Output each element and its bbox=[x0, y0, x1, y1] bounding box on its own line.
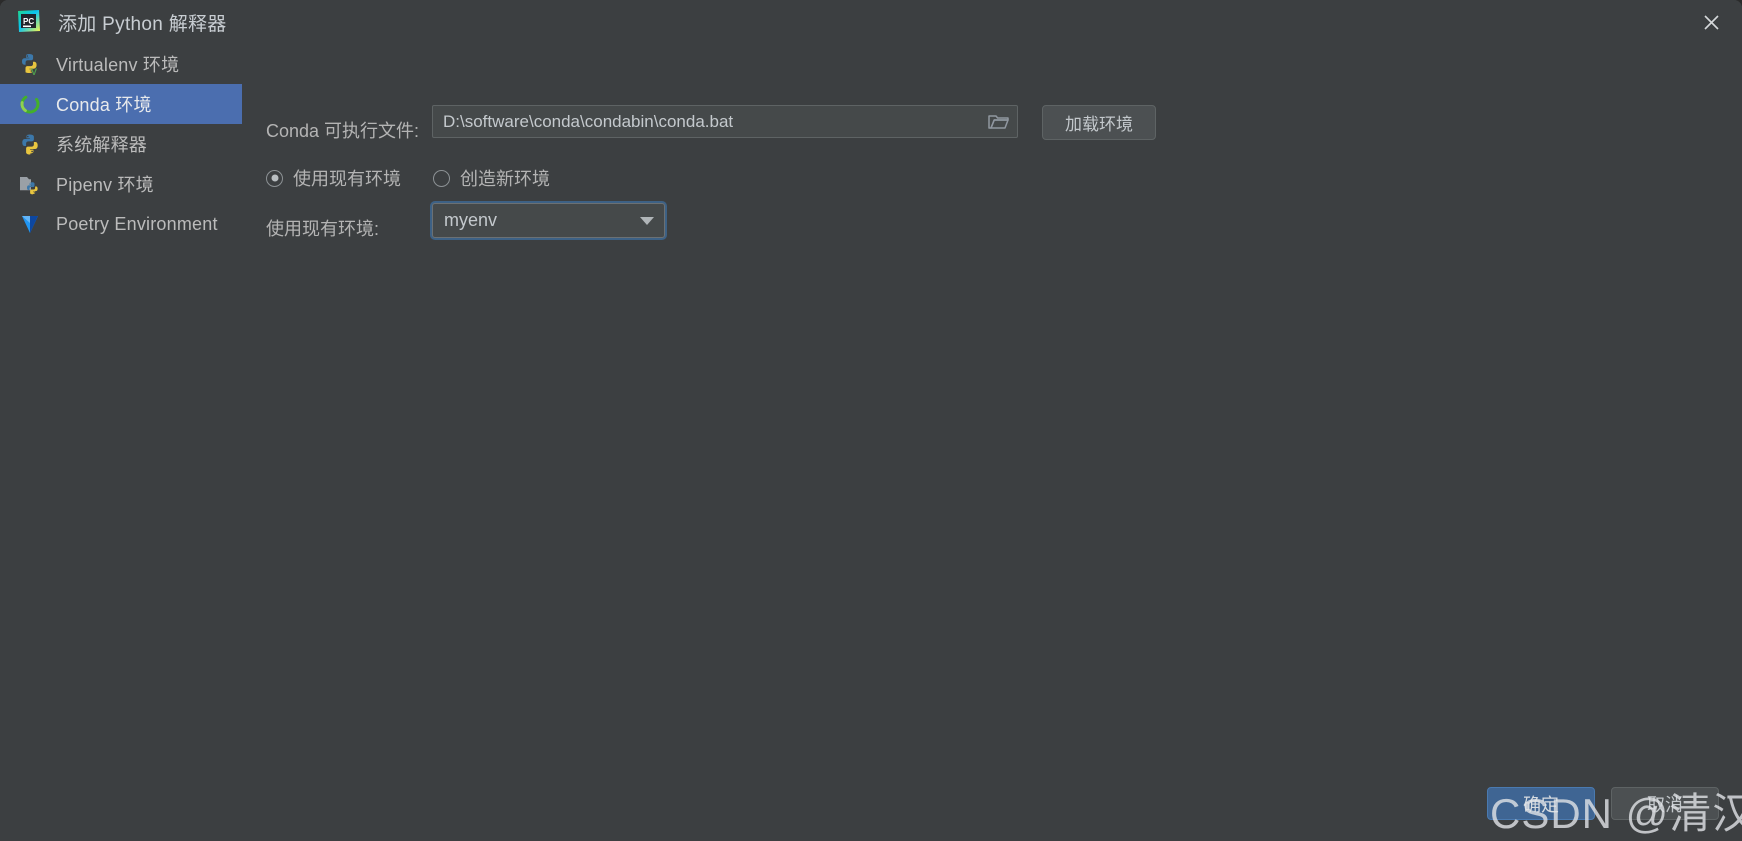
existing-environment-value: myenv bbox=[444, 210, 498, 230]
conda-executable-input[interactable]: D:\software\conda\condabin\conda.bat bbox=[432, 105, 1018, 138]
chevron-down-icon[interactable] bbox=[640, 216, 654, 225]
sidebar-item-virtualenv[interactable]: V Virtualenv 环境 bbox=[0, 44, 242, 84]
existing-environment-select[interactable]: myenv bbox=[432, 203, 665, 238]
folder-open-icon[interactable] bbox=[987, 111, 1011, 133]
conda-icon bbox=[18, 92, 42, 116]
conda-executable-label: Conda 可执行文件: bbox=[266, 121, 420, 141]
close-icon[interactable] bbox=[1688, 4, 1734, 40]
cancel-button[interactable]: 取消 bbox=[1611, 787, 1719, 820]
pipenv-folder-icon bbox=[18, 172, 42, 196]
radio-indicator bbox=[433, 169, 450, 187]
radio-label: 使用现有环境 bbox=[293, 169, 401, 189]
svg-text:PC: PC bbox=[23, 17, 34, 26]
interpreter-type-sidebar: V Virtualenv 环境 Conda 环境 系统解释器 Pipenv 环境… bbox=[0, 44, 242, 841]
poetry-icon bbox=[18, 212, 42, 236]
radio-indicator bbox=[266, 169, 283, 187]
sidebar-item-label: Poetry Environment bbox=[56, 213, 218, 234]
pycharm-logo-icon: PC bbox=[16, 8, 42, 34]
sidebar-item-label: Conda 环境 bbox=[56, 95, 152, 115]
add-python-interpreter-dialog: PC 添加 Python 解释器 V Virtualenv 环境 Conda 环… bbox=[0, 0, 1742, 841]
dialog-title: 添加 Python 解释器 bbox=[58, 14, 227, 35]
sidebar-item-conda[interactable]: Conda 环境 bbox=[0, 84, 242, 124]
load-environments-button[interactable]: 加载环境 bbox=[1042, 105, 1156, 140]
radio-use-existing-environment[interactable]: 使用现有环境 bbox=[266, 165, 401, 191]
radio-create-new-environment[interactable]: 创造新环境 bbox=[433, 165, 550, 191]
svg-text:V: V bbox=[31, 67, 37, 76]
sidebar-item-label: Virtualenv 环境 bbox=[56, 55, 180, 75]
sidebar-item-pipenv[interactable]: Pipenv 环境 bbox=[0, 164, 242, 204]
conda-settings-panel: Conda 可执行文件: D:\software\conda\condabin\… bbox=[242, 44, 1742, 841]
conda-executable-value: D:\software\conda\condabin\conda.bat bbox=[443, 111, 734, 131]
sidebar-item-label: Pipenv 环境 bbox=[56, 175, 154, 195]
sidebar-item-poetry[interactable]: Poetry Environment bbox=[0, 204, 242, 244]
radio-label: 创造新环境 bbox=[460, 169, 550, 189]
dialog-footer: 确定 取消 bbox=[0, 771, 1742, 841]
dialog-titlebar: PC 添加 Python 解释器 bbox=[0, 0, 1742, 44]
env-mode-radio-group: 使用现有环境 创造新环境 bbox=[266, 165, 582, 191]
python-icon bbox=[18, 132, 42, 156]
existing-environment-label: 使用现有环境: bbox=[266, 219, 380, 239]
ok-button[interactable]: 确定 bbox=[1487, 787, 1595, 820]
sidebar-item-system-interpreter[interactable]: 系统解释器 bbox=[0, 124, 242, 164]
sidebar-item-label: 系统解释器 bbox=[56, 135, 147, 155]
python-virtualenv-icon: V bbox=[18, 52, 42, 76]
